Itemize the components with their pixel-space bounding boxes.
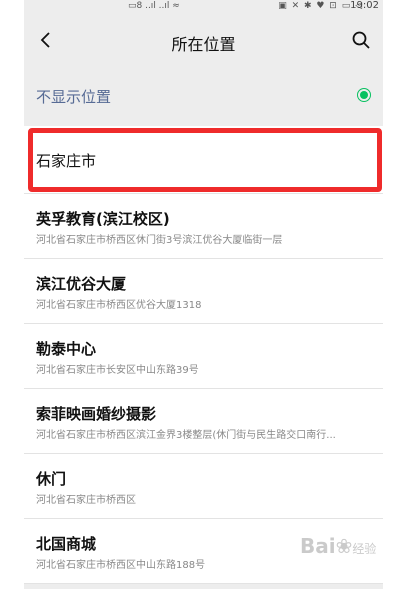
location-name: 滨江优谷大厦 — [36, 275, 127, 293]
phone-screen: ▭8 ..ıl ..ıl ≈ ▣ ✕ ✱ ♥ ⊡ ▭ ◁ 19:02 所在位置 … — [24, 0, 383, 589]
list-item[interactable]: 滨江优谷大厦 河北省石家庄市桥西区优谷大厦1318 — [24, 259, 383, 324]
watermark-brand: Bai — [300, 534, 336, 558]
location-address: 河北省石家庄市桥西区滨江金界3楼整层(休门街与民生路交口南行... — [36, 430, 336, 441]
hide-location-label: 不显示位置 — [36, 88, 112, 106]
page-title: 所在位置 — [171, 35, 236, 54]
status-bar: ▭8 ..ıl ..ıl ≈ ▣ ✕ ✱ ♥ ⊡ ▭ ◁ 19:02 — [24, 0, 383, 18]
list-item[interactable]: 索菲映画婚纱摄影 河北省石家庄市桥西区滨江金界3楼整层(休门街与民生路交口南行.… — [24, 389, 383, 454]
list-item[interactable]: 休门 河北省石家庄市桥西区 — [24, 454, 383, 519]
location-name: 石家庄市 — [36, 152, 97, 170]
location-name: 休门 — [36, 470, 67, 488]
status-time: 19:02 — [350, 0, 379, 11]
location-address: 河北省石家庄市桥西区中山东路188号 — [36, 560, 206, 571]
location-address: 河北省石家庄市桥西区优谷大厦1318 — [36, 300, 202, 311]
watermark-suffix: 经验 — [352, 542, 377, 556]
location-name: 勒泰中心 — [36, 340, 97, 358]
location-address: 河北省石家庄市长安区中山东路39号 — [36, 365, 199, 376]
location-address: 河北省石家庄市桥西区 — [36, 495, 136, 506]
status-left-icons: ▭8 ..ıl ..ıl ≈ — [128, 1, 180, 11]
hide-location-option[interactable]: 不显示位置 — [24, 70, 383, 120]
list-item[interactable]: 英孚教育(滨江校区) 河北省石家庄市桥西区休门街3号滨江优谷大厦临街一层 — [24, 194, 383, 259]
baidu-watermark: Bai❀经验 — [300, 534, 376, 558]
selected-radio-icon — [357, 88, 371, 102]
location-name: 北国商城 — [36, 535, 97, 553]
search-icon[interactable] — [349, 28, 373, 52]
list-item[interactable]: 勒泰中心 河北省石家庄市长安区中山东路39号 — [24, 324, 383, 389]
nav-bar: 所在位置 — [24, 18, 383, 64]
paw-icon: ❀ — [335, 534, 353, 558]
list-item[interactable]: 石家庄市 — [24, 126, 383, 194]
location-list: 石家庄市 英孚教育(滨江校区) 河北省石家庄市桥西区休门街3号滨江优谷大厦临街一… — [24, 126, 383, 584]
location-name: 英孚教育(滨江校区) — [36, 210, 170, 228]
location-name: 索菲映画婚纱摄影 — [36, 405, 157, 423]
location-address: 河北省石家庄市桥西区休门街3号滨江优谷大厦临街一层 — [36, 235, 283, 246]
